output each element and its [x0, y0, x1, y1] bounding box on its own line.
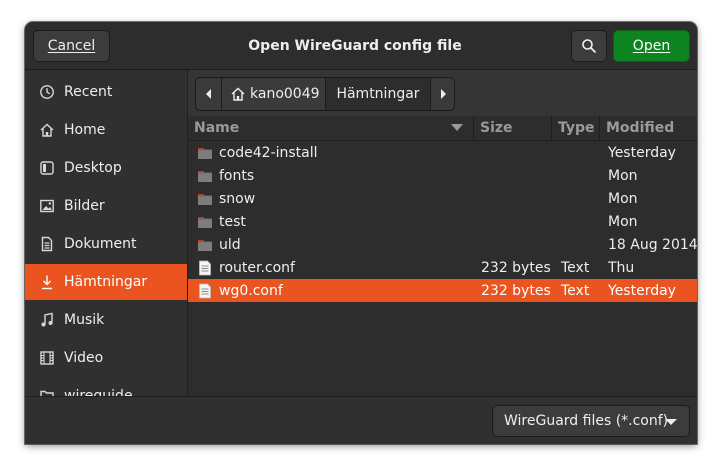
file-modified: Mon: [608, 167, 638, 184]
sidebar-item-label: Dokument: [64, 236, 137, 252]
text-file-icon: [199, 260, 211, 276]
file-modified: Mon: [608, 190, 638, 207]
sidebar-item-video[interactable]: Video: [25, 340, 187, 376]
sidebar-item-desktop[interactable]: Desktop: [25, 150, 187, 186]
file-modified: Yesterday: [608, 144, 676, 161]
column-headers: Name Size Type Modified: [188, 116, 697, 141]
filter-bar: WireGuard files (*.conf): [25, 396, 697, 444]
sidebar-item-label: Home: [64, 122, 106, 138]
search-icon: [582, 39, 596, 53]
documents-icon: [38, 235, 56, 253]
file-name: router.conf: [219, 259, 295, 276]
file-modified: Thu: [608, 259, 635, 276]
file-filter-dropdown[interactable]: WireGuard files (*.conf): [492, 405, 690, 437]
folder-icon: [198, 171, 212, 182]
text-file-icon: [199, 283, 211, 299]
column-header-size[interactable]: Size: [474, 116, 552, 140]
sidebar-item-wireguide[interactable]: wireguide: [25, 378, 187, 396]
file-modified: 18 Aug 2014: [608, 236, 697, 253]
file-type: Text: [561, 282, 590, 299]
desktop-icon: [38, 159, 56, 177]
path-segment-label: Hämtningar: [336, 86, 420, 102]
column-header-label: Size: [480, 120, 513, 136]
music-icon: [38, 311, 56, 329]
path-back-button[interactable]: [195, 77, 222, 111]
file-row[interactable]: code42-install Yesterday: [188, 141, 697, 164]
file-name: snow: [219, 190, 256, 207]
file-row[interactable]: uld 18 Aug 2014: [188, 233, 697, 256]
path-segment-home[interactable]: kano0049: [221, 77, 326, 111]
file-type: Text: [561, 259, 590, 276]
sidebar-item-dokument[interactable]: Dokument: [25, 226, 187, 262]
sort-down-icon: [451, 124, 463, 131]
sidebar-item-recent[interactable]: Recent: [25, 74, 187, 110]
folder-icon: [38, 387, 56, 396]
sidebar-item-label: Hämtningar: [64, 274, 148, 290]
chevron-right-icon: [440, 89, 446, 99]
sidebar-item-bilder[interactable]: Bilder: [25, 188, 187, 224]
column-header-type[interactable]: Type: [552, 116, 600, 140]
column-header-modified[interactable]: Modified: [600, 116, 697, 140]
file-name: wg0.conf: [219, 282, 283, 299]
chevron-down-icon: [665, 419, 677, 425]
pictures-icon: [38, 197, 56, 215]
home-icon: [231, 87, 245, 101]
file-row-selected[interactable]: wg0.conf 232 bytes Text Yesterday: [188, 279, 697, 302]
home-icon: [38, 121, 56, 139]
file-name: code42-install: [219, 144, 318, 161]
file-modified: Mon: [608, 213, 638, 230]
file-filter-label: WireGuard files (*.conf): [504, 413, 669, 429]
sidebar-item-label: Recent: [64, 84, 113, 100]
folder-icon: [198, 217, 212, 228]
sidebar-item-hamtningar[interactable]: Hämtningar: [25, 264, 187, 300]
places-sidebar: Recent Home Desktop Bilder Dokument Hämt…: [25, 70, 188, 396]
sidebar-item-label: Video: [64, 350, 104, 366]
download-icon: [38, 273, 56, 291]
sidebar-item-musik[interactable]: Musik: [25, 302, 187, 338]
file-name: fonts: [219, 167, 255, 184]
file-name: uld: [219, 236, 241, 253]
path-bar: kano0049 Hämtningar: [195, 77, 455, 111]
path-segment-hamtningar[interactable]: Hämtningar: [325, 77, 431, 111]
video-icon: [38, 349, 56, 367]
file-row[interactable]: fonts Mon: [188, 164, 697, 187]
file-name: test: [219, 213, 246, 230]
sidebar-item-label: Musik: [64, 312, 105, 328]
sidebar-item-label: Bilder: [64, 198, 105, 214]
search-button[interactable]: [571, 30, 607, 62]
path-segment-label: kano0049: [250, 86, 320, 102]
file-list: Name Size Type Modified code42-install Y…: [188, 116, 697, 396]
file-row[interactable]: snow Mon: [188, 187, 697, 210]
dialog-title: Open WireGuard config file: [248, 37, 462, 54]
file-size: 232 bytes: [481, 282, 551, 299]
file-row[interactable]: test Mon: [188, 210, 697, 233]
sidebar-item-label: Desktop: [64, 160, 122, 176]
sidebar-item-label: wireguide: [64, 388, 133, 396]
folder-icon: [198, 148, 212, 159]
column-header-label: Type: [558, 120, 595, 136]
header-bar: Cancel Open WireGuard config file Open: [25, 22, 697, 70]
clock-icon: [38, 83, 56, 101]
file-chooser-dialog: Cancel Open WireGuard config file Open R…: [25, 22, 697, 444]
folder-icon: [198, 240, 212, 251]
path-forward-button[interactable]: [430, 77, 455, 111]
file-modified: Yesterday: [608, 282, 676, 299]
column-header-label: Name: [194, 120, 240, 136]
sidebar-item-home[interactable]: Home: [25, 112, 187, 148]
cancel-button[interactable]: Cancel: [33, 30, 110, 62]
column-header-name[interactable]: Name: [188, 116, 474, 140]
column-header-label: Modified: [606, 120, 675, 136]
file-row[interactable]: router.conf 232 bytes Text Thu: [188, 256, 697, 279]
folder-icon: [198, 194, 212, 205]
chevron-left-icon: [205, 89, 211, 99]
file-size: 232 bytes: [481, 259, 551, 276]
open-button[interactable]: Open: [613, 30, 690, 62]
